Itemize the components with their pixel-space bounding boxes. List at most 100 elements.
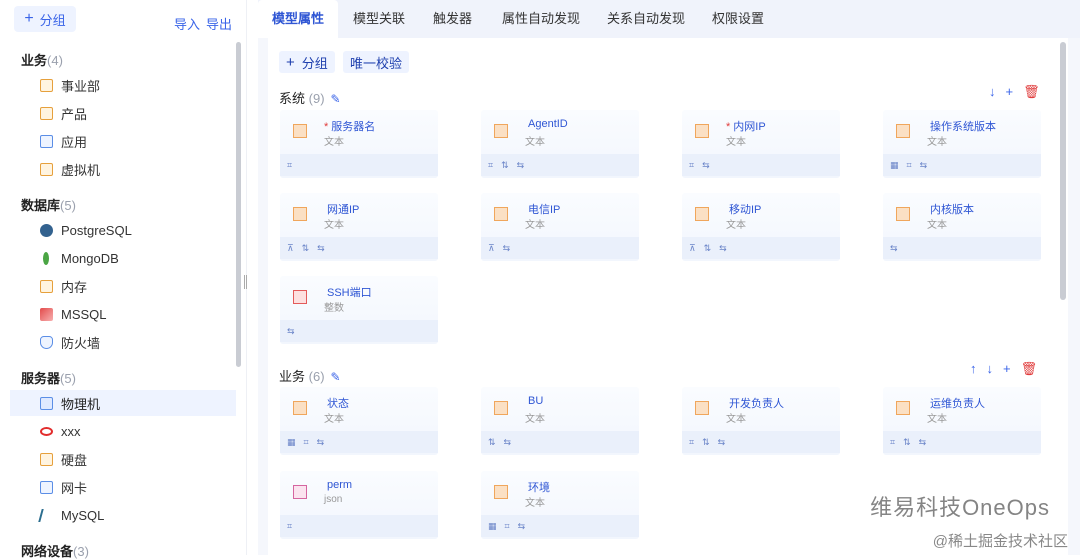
sidebar-item-mysql[interactable]: MySQL — [10, 502, 236, 528]
tab-relation-autodiscovery[interactable]: 关系自动发现 — [593, 0, 699, 38]
link-icon: ⇆ — [317, 242, 325, 253]
plus-icon: + — [286, 53, 295, 71]
integer-type-icon — [293, 290, 307, 304]
link-icon: ⇆ — [287, 325, 295, 336]
memory-icon — [40, 279, 53, 293]
add-icon[interactable]: + — [1003, 361, 1011, 377]
pin-icon: ⊼ — [287, 242, 294, 253]
chart-icon — [40, 134, 53, 148]
network-card-icon — [40, 480, 53, 494]
sidebar-item-physical-machine[interactable]: 物理机 — [10, 390, 236, 416]
attr-card[interactable]: 操作系统版本 文本 ▦ ⌗ ⇆ — [883, 110, 1041, 178]
text-type-icon — [896, 124, 910, 138]
attr-card[interactable]: perm json ⌗ — [280, 471, 438, 539]
table-icon: ▦ — [488, 520, 497, 531]
sidebar-item-mongodb[interactable]: MongoDB — [10, 245, 236, 271]
tab-triggers[interactable]: 触发器 — [419, 0, 486, 38]
add-group-label: 分组 — [39, 12, 66, 28]
shield-icon — [40, 335, 53, 349]
attr-flags: ▦ ⌗ ⇆ — [280, 431, 438, 453]
unique-check-button[interactable]: 唯一校验 — [343, 51, 410, 73]
attr-card[interactable]: 运维负责人 文本 ⌗ ⇅ ⇆ — [883, 387, 1041, 455]
mssql-icon — [40, 307, 53, 321]
delete-icon[interactable]: 🗑 — [1023, 84, 1040, 100]
attr-card[interactable]: 环境 文本 ▦ ⌗ ⇆ — [481, 471, 639, 539]
text-type-icon — [896, 401, 910, 415]
sidebar-item-postgresql[interactable]: PostgreSQL — [10, 217, 236, 243]
group-title-network-device: 网络设备(3) — [21, 544, 89, 559]
tab-model-attributes[interactable]: 模型属性 — [258, 0, 339, 38]
attr-card[interactable]: AgentID 文本 ⌗ ⇅ ⇆ — [481, 110, 639, 178]
sort-icon: ⇅ — [501, 159, 509, 170]
sidebar-item-app[interactable]: 应用 — [10, 128, 236, 154]
tab-permissions[interactable]: 权限设置 — [698, 0, 778, 38]
attr-card[interactable]: * 服务器名 文本 ⌗ — [280, 110, 438, 178]
attr-card[interactable]: 内核版本 文本 ⇆ — [883, 193, 1041, 261]
section-actions-business: ↑ ↓ + 🗑 — [970, 361, 1037, 377]
text-type-icon — [293, 124, 307, 138]
scan-icon: ⌗ — [287, 159, 293, 170]
add-group-button[interactable]: + 分组 — [14, 6, 76, 32]
export-link[interactable]: 导出 — [206, 14, 232, 33]
delete-icon[interactable]: 🗑 — [1021, 361, 1038, 377]
move-down-icon[interactable]: ↓ — [989, 84, 996, 100]
text-type-icon — [494, 207, 508, 221]
sort-icon: ⇅ — [703, 242, 712, 253]
edit-icon[interactable]: ✎ — [331, 92, 341, 106]
link-icon: ⇆ — [918, 436, 927, 447]
sidebar-item-firewall[interactable]: 防火墙 — [10, 329, 236, 355]
sidebar-item-vm[interactable]: 虚拟机 — [10, 156, 236, 182]
section-actions-system: ↓ + 🗑 — [989, 84, 1040, 100]
oracle-icon — [40, 426, 53, 436]
attr-card[interactable]: BU 文本 ⇅ ⇆ — [481, 387, 639, 455]
link-icon: ⇆ — [503, 436, 512, 447]
link-icon: ⇆ — [890, 242, 898, 253]
attr-flags: ⌗ — [280, 154, 438, 176]
attr-flags: ⌗ — [280, 515, 438, 537]
attr-card[interactable]: 网通IP 文本 ⊼ ⇅ ⇆ — [280, 193, 438, 261]
sidebar-item-mssql[interactable]: MSSQL — [10, 301, 236, 327]
tab-attr-autodiscovery[interactable]: 属性自动发现 — [488, 0, 594, 38]
attr-flags: ▦ ⌗ ⇆ — [883, 154, 1041, 176]
sidebar-item-product[interactable]: 产品 — [10, 100, 236, 126]
text-type-icon — [494, 485, 508, 499]
link-icon: ⇆ — [719, 242, 727, 253]
sort-icon: ⇅ — [488, 436, 496, 447]
sidebar-item-disk[interactable]: 硬盘 — [10, 446, 236, 472]
table-icon: ▦ — [890, 159, 899, 170]
link-icon: ⇆ — [316, 436, 325, 447]
attr-flags: ⌗ ⇅ ⇆ — [481, 154, 639, 176]
move-up-icon[interactable]: ↑ — [970, 361, 977, 377]
add-attr-group-button[interactable]: + 分组 — [279, 51, 335, 73]
panel-resize-handle[interactable] — [244, 275, 247, 289]
disk-icon — [40, 452, 53, 466]
attr-card[interactable]: 移动IP 文本 ⊼ ⇅ ⇆ — [682, 193, 840, 261]
sidebar-scrollbar[interactable] — [236, 42, 241, 367]
sidebar-item-nic[interactable]: 网卡 — [10, 474, 236, 500]
group-title-server: 服务器(5) — [21, 371, 76, 386]
layers-icon — [40, 78, 53, 92]
sidebar-item-memory[interactable]: 内存 — [10, 273, 236, 299]
tab-model-relations[interactable]: 模型关联 — [339, 0, 419, 38]
add-icon[interactable]: + — [1006, 84, 1014, 100]
link-icon: ⇆ — [502, 242, 511, 253]
content-scrollbar[interactable] — [1060, 42, 1066, 300]
move-down-icon[interactable]: ↓ — [987, 361, 994, 377]
attr-card[interactable]: 状态 文本 ▦ ⌗ ⇆ — [280, 387, 438, 455]
attr-flags: ⇆ — [883, 237, 1041, 259]
pin-icon: ⊼ — [488, 242, 495, 253]
sidebar-item-xxx[interactable]: xxx — [10, 418, 236, 444]
link-icon: ⇆ — [919, 159, 928, 170]
watermark-sub: @稀土掘金技术社区 — [932, 533, 1068, 550]
attr-card[interactable]: 开发负责人 文本 ⌗ ⇅ ⇆ — [682, 387, 840, 455]
pin-icon: ⊼ — [689, 242, 696, 253]
scan-icon: ⌗ — [689, 436, 695, 447]
attr-flags: ⌗ ⇆ — [682, 154, 840, 176]
attr-card[interactable]: SSH端口 整数 ⇆ — [280, 276, 438, 344]
box-icon — [40, 106, 53, 120]
attr-card[interactable]: 电信IP 文本 ⊼ ⇆ — [481, 193, 639, 261]
import-link[interactable]: 导入 — [174, 14, 200, 33]
edit-icon[interactable]: ✎ — [331, 370, 341, 384]
attr-card[interactable]: * 内网IP 文本 ⌗ ⇆ — [682, 110, 840, 178]
sidebar-item-division[interactable]: 事业部 — [10, 72, 236, 98]
